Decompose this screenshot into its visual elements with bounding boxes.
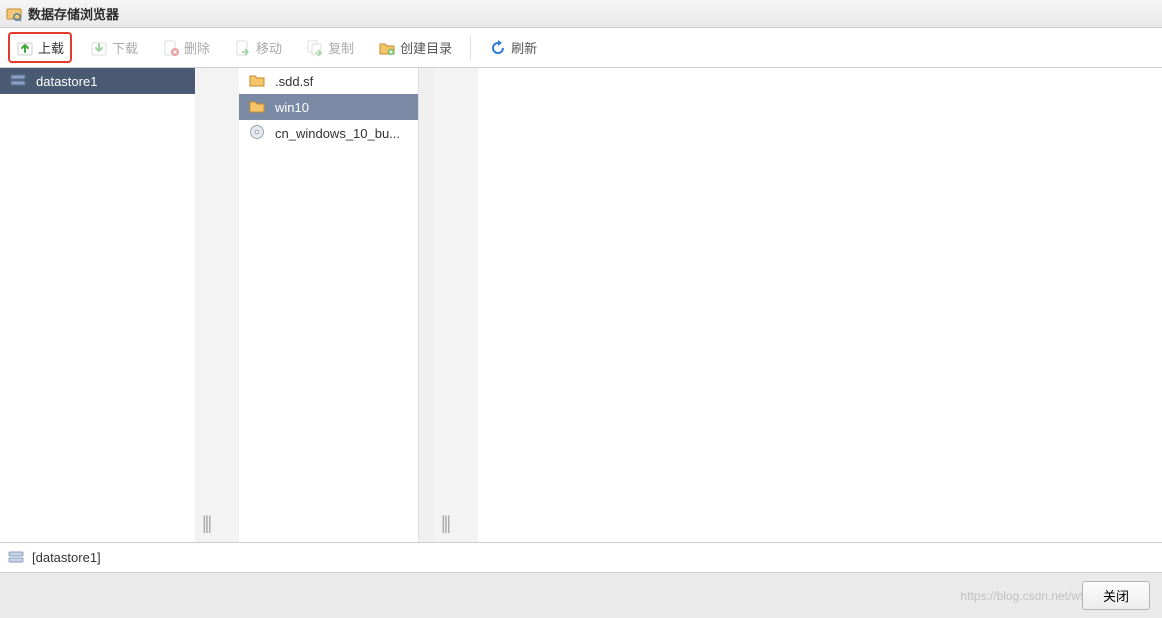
file-list: .sdd.sf win10 cn_windows_10_bu... (239, 68, 434, 542)
download-button[interactable]: 下载 (84, 34, 144, 61)
delete-label: 删除 (184, 38, 210, 57)
move-icon (234, 39, 252, 57)
upload-button[interactable]: 上载 (8, 32, 72, 63)
splitter-handle-icon: ||| (202, 513, 210, 534)
disc-icon (249, 124, 267, 142)
datastore-item[interactable]: datastore1 (0, 68, 195, 94)
splitter-right[interactable]: ||| (434, 68, 456, 542)
create-directory-button[interactable]: 创建目录 (372, 34, 458, 61)
file-item-folder[interactable]: win10 (239, 94, 434, 120)
move-button[interactable]: 移动 (228, 34, 288, 61)
copy-button[interactable]: 复制 (300, 34, 360, 61)
download-icon (90, 39, 108, 57)
toolbar: 上载 下载 删除 移动 (0, 28, 1162, 68)
datastore-list: datastore1 (0, 68, 195, 542)
copy-label: 复制 (328, 38, 354, 57)
splitter-left[interactable]: ||| (195, 68, 217, 542)
main-area: datastore1 ||| .sdd.sf win10 (0, 68, 1162, 542)
file-label: win10 (275, 100, 309, 115)
browser-icon (6, 6, 22, 22)
toolbar-separator (470, 37, 471, 59)
content-pane (478, 68, 1162, 542)
window-titlebar: 数据存储浏览器 (0, 0, 1162, 28)
file-label: .sdd.sf (275, 74, 313, 89)
path-text: [datastore1] (32, 550, 101, 565)
file-label: cn_windows_10_bu... (275, 126, 400, 141)
file-item-folder[interactable]: .sdd.sf (239, 68, 434, 94)
datastore-label: datastore1 (36, 74, 97, 89)
create-directory-label: 创建目录 (400, 38, 452, 57)
footer: https://blog.csdn.net/w918227fsz4z 关闭 (0, 572, 1162, 618)
move-label: 移动 (256, 38, 282, 57)
copy-icon (306, 39, 324, 57)
file-item-iso[interactable]: cn_windows_10_bu... (239, 120, 434, 146)
scrollbar[interactable] (418, 68, 434, 542)
delete-button[interactable]: 删除 (156, 34, 216, 61)
close-button[interactable]: 关闭 (1082, 581, 1150, 610)
datastore-icon (10, 72, 28, 90)
splitter-handle-icon: ||| (441, 513, 449, 534)
window-title: 数据存储浏览器 (28, 4, 119, 23)
upload-icon (16, 39, 34, 57)
folder-add-icon (378, 39, 396, 57)
delete-icon (162, 39, 180, 57)
folder-icon (249, 98, 267, 116)
download-label: 下载 (112, 38, 138, 57)
folder-icon (249, 72, 267, 90)
refresh-button[interactable]: 刷新 (483, 34, 543, 61)
upload-label: 上载 (38, 38, 64, 57)
refresh-label: 刷新 (511, 38, 537, 57)
datastore-icon (8, 549, 26, 567)
refresh-icon (489, 39, 507, 57)
path-bar: [datastore1] (0, 542, 1162, 572)
